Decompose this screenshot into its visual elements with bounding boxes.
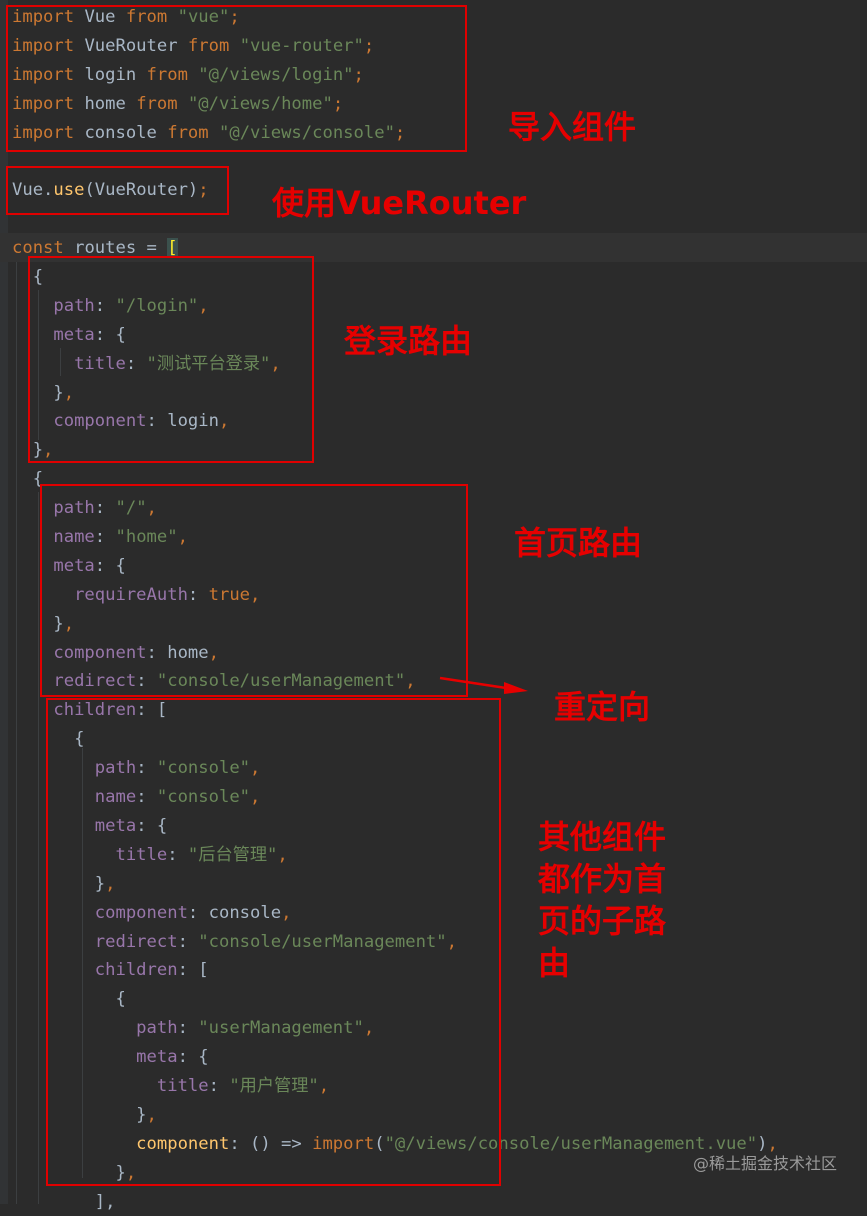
watermark: @稀土掘金技术社区 <box>692 1154 837 1173</box>
redirect-arrow <box>439 676 528 694</box>
